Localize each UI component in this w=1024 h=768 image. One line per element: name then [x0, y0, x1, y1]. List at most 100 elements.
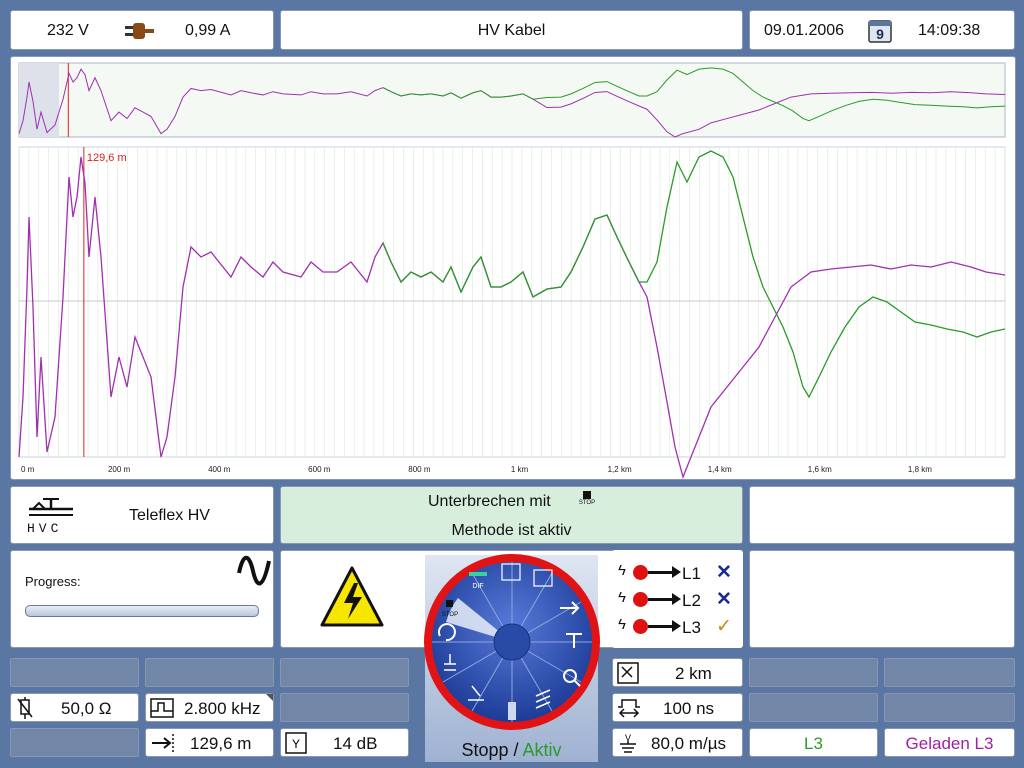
arrow-right-icon	[648, 571, 674, 574]
range-value: 2 km	[675, 664, 712, 683]
progress-panel: Progress:	[10, 550, 274, 648]
method-active-message: Methode ist aktiv	[451, 522, 572, 539]
progress-label: Progress:	[25, 574, 81, 589]
device-panel: HVC Teleflex HV	[10, 486, 274, 544]
line-row-l3[interactable]: ϟ L3 ✓	[618, 616, 742, 638]
frequency-icon	[150, 697, 174, 724]
softkey-5[interactable]	[10, 728, 139, 757]
softkey-7[interactable]	[884, 658, 1015, 687]
status-separator: /	[508, 740, 523, 760]
x-tick-label: 1,8 km	[908, 465, 932, 474]
cursor-distance-value: 129,6 m	[190, 734, 252, 753]
calendar-day: 9	[876, 26, 884, 42]
waveform-icon	[237, 555, 271, 592]
x-tick-label: 1 km	[511, 465, 529, 474]
velocity-value: 80,0 m/µs	[651, 734, 726, 753]
phase-value: L3	[804, 734, 823, 753]
gain-icon: Y	[285, 732, 307, 759]
line-row-l1[interactable]: ϟ L1 ✕	[618, 562, 742, 584]
check-icon: ✓	[716, 616, 732, 637]
line-label: L3	[682, 618, 701, 637]
stop-label: STOP	[578, 500, 596, 506]
range-button[interactable]: 2 km	[612, 658, 743, 687]
softkey-3[interactable]	[280, 658, 409, 687]
overview-window	[19, 63, 59, 137]
status-stop: Stopp	[461, 740, 509, 760]
line-row-l2[interactable]: ϟ L2 ✕	[618, 589, 742, 611]
page-title: HV Kabel	[477, 22, 546, 39]
impedance-icon	[15, 697, 37, 724]
lightning-icon: ϟ	[618, 589, 626, 606]
frequency-button[interactable]: 2.800 kHz	[145, 693, 274, 722]
time-value: 14:09:38	[918, 22, 981, 39]
date-value: 09.01.2006	[764, 22, 845, 39]
softkey-6[interactable]	[749, 658, 878, 687]
x-icon: ✕	[716, 589, 732, 610]
x-tick-label: 1,6 km	[808, 465, 832, 474]
red-dot-icon	[633, 619, 648, 634]
impedance-button[interactable]: 50,0 Ω	[10, 693, 139, 722]
softkey-4[interactable]	[280, 693, 409, 722]
red-dot-icon	[633, 565, 648, 580]
line-label: L1	[682, 564, 701, 583]
stop-icon: STOP	[577, 491, 597, 507]
lightning-icon: ϟ	[618, 616, 626, 633]
charged-value: Geladen L3	[905, 734, 994, 753]
dial-status: Stopp / Aktiv	[425, 740, 598, 761]
arrow-head-icon	[672, 566, 681, 578]
charged-indicator[interactable]: Geladen L3	[884, 728, 1015, 757]
message-panel: Unterbrechen mit STOP Methode ist aktiv	[280, 486, 743, 544]
velocity-button[interactable]: V 80,0 m/µs	[612, 728, 743, 757]
logo-text: HVC	[27, 521, 63, 536]
x-tick-label: 1,4 km	[708, 465, 732, 474]
high-voltage-warning-icon	[320, 565, 384, 634]
arrow-head-icon	[672, 620, 681, 632]
arrow-right-icon	[648, 598, 674, 601]
plug-icon	[125, 20, 155, 47]
plot-svg: 0 m 200 m 400 m 600 m 800 m 1 km 1,2 km 1,4 km 1…	[18, 62, 1006, 479]
lightning-icon: ϟ	[618, 562, 626, 579]
x-tick-label: 200 m	[108, 465, 131, 474]
impedance-value: 50,0 Ω	[61, 699, 112, 718]
dif-label: DIF	[472, 583, 483, 590]
gain-button[interactable]: Y 14 dB	[280, 728, 409, 757]
status-active: Aktiv	[522, 740, 562, 760]
progress-bar	[25, 605, 259, 617]
range-icon	[617, 662, 639, 689]
arrow-right-icon	[648, 625, 674, 628]
info-panel-right-mid	[749, 550, 1015, 648]
x-tick-label: 600 m	[308, 465, 331, 474]
svg-text:Y: Y	[292, 737, 300, 751]
softkey-9[interactable]	[884, 693, 1015, 722]
red-dot-icon	[633, 592, 648, 607]
x-icon: ✕	[716, 562, 732, 583]
dial[interactable]: DIF STOP	[420, 550, 604, 734]
pulse-width-icon	[617, 697, 641, 724]
overview-panel	[18, 62, 1006, 138]
softkey-1[interactable]	[10, 658, 139, 687]
pulse-width-button[interactable]: 100 ns	[612, 693, 743, 722]
x-tick-label: 1,2 km	[608, 465, 632, 474]
calendar-icon: 9	[868, 18, 894, 49]
x-tick-label: 800 m	[408, 465, 431, 474]
softkey-2[interactable]	[145, 658, 274, 687]
current-value: 0,99 A	[185, 22, 231, 39]
phase-indicator[interactable]: L3	[749, 728, 878, 757]
voltage-value: 232 V	[47, 22, 89, 39]
line-label: L2	[682, 591, 701, 610]
title-panel: HV Kabel	[280, 10, 743, 50]
corner-marker	[266, 694, 273, 701]
cursor-distance-button[interactable]: 129,6 m	[145, 728, 274, 757]
reflectogram-plot[interactable]: 0 m 200 m 400 m 600 m 800 m 1 km 1,2 km 1,4 km 1…	[10, 56, 1016, 480]
softkey-8[interactable]	[749, 693, 878, 722]
gain-value: 14 dB	[333, 734, 378, 753]
dial-stop-label: STOP	[442, 612, 458, 618]
device-name: Teleflex HV	[129, 507, 210, 524]
info-panel-right-top	[749, 486, 1015, 544]
x-tick-label: 400 m	[208, 465, 231, 474]
pulse-width-value: 100 ns	[663, 699, 715, 718]
interrupt-message: Unterbrechen mit	[428, 493, 551, 510]
cursor-label: 129,6 m	[87, 152, 127, 164]
arrow-head-icon	[672, 593, 681, 605]
x-tick-label: 0 m	[21, 465, 35, 474]
